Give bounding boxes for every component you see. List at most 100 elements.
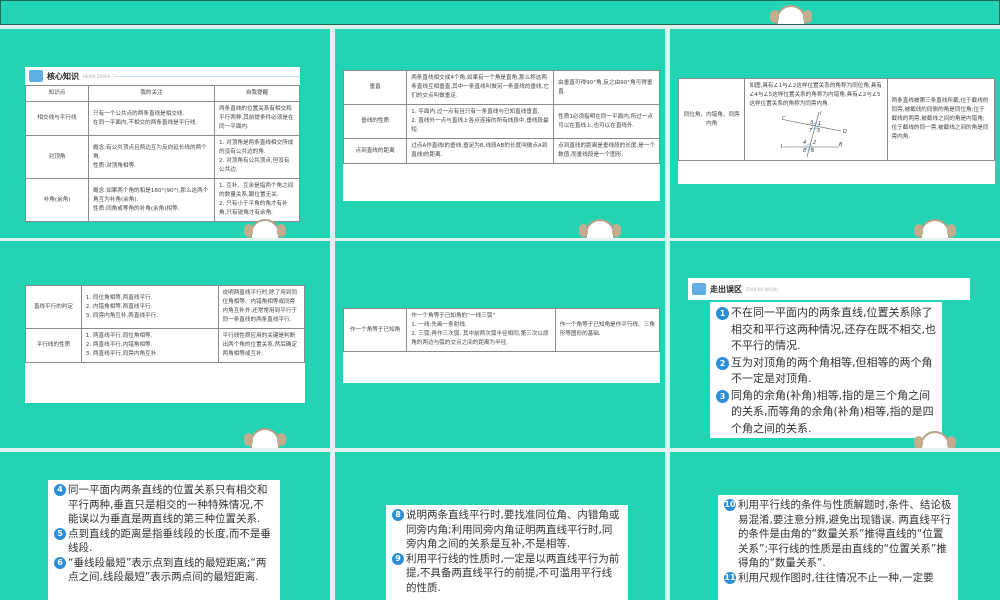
knowledge-table: 直线平行的判定 1. 同位角相等,两直线平行. 2. 内错角相等,两直线平行. 3… xyxy=(25,285,305,363)
top-banner xyxy=(0,0,1000,25)
number-badge-icon: 1 xyxy=(716,307,729,320)
table-row: 垂直 两条直线相交成4个角,如果有一个角是直角,那么称这两条直线互相垂直,其中一条… xyxy=(343,70,660,105)
number-badge-icon: 11 xyxy=(724,571,736,584)
figure-label: 5 xyxy=(817,128,820,134)
table-row: 点到直线的距离 过点A作直线l的垂线,垂足为B,线段AB的长度叫做点A到直线l的距… xyxy=(343,138,660,164)
perpendicular-table-card: 垂直 两条直线相交成4个角,如果有一个角是直角,那么称这两条直线互相垂直,其中一条… xyxy=(343,70,660,201)
mascot-icon xyxy=(914,219,956,238)
cell-text: 相交线与平行线 xyxy=(37,115,77,121)
note-item: 11 利用尺规作图时,往往情况不止一种,一定要 xyxy=(724,571,952,586)
cell-text: 补角(余角) xyxy=(43,196,71,203)
figure-label: A xyxy=(781,144,783,150)
knowledge-table: 知识点 我的关注 自我提醒 相交线与平行线 只有一个公共点的两条直线是相交线. 在同一平… xyxy=(25,85,300,222)
mistakes-list: 1 不在同一平面内的两条直线,位置关系除了相交和平行这两种情况,还存在既不相交,也… xyxy=(710,302,942,438)
cell: 1. 两直线平行,同位角相等. 2. 两直线平行,内错角相等. 3. 两直线平行… xyxy=(80,328,219,363)
table-row: 同位角、内错角、同旁内角 如图,具有∠1与∠2这样位置关系的角称为同位角,具有∠4… xyxy=(678,78,995,161)
cell: 性质1必须指明在同一平面内,所过一点可以在直线上,也可以在直线外. xyxy=(553,104,660,139)
table-grid: 作一个角等于已知角 作一个角等于已知角的“一线三弧” 1. 一线:先画一条射线. … xyxy=(343,308,660,352)
table-row: 垂线的性质 1. 平面内,过一点有且只有一条直线与已知直线垂直. 2. 直线外一点… xyxy=(343,104,660,139)
mistakes-list: 8 说明两条直线平行时,要找准同位角、内错角或同旁内角;利用同旁内角证明两直线平行… xyxy=(386,505,628,600)
core-knowledge-card: 核心知识 HEXIN ZHISHI 知识点 我的关注 自我提醒 相交线与平行线 只有一个… xyxy=(25,67,300,222)
cell-text: 概念:如果两个角的和是180°(90°),那么这两个角互为补角(余角). 性质:… xyxy=(93,187,209,212)
parallel-table-card: 直线平行的判定 1. 同位角相等,两直线平行. 2. 内错角相等,两直线平行. 3… xyxy=(25,285,305,403)
book-icon xyxy=(29,70,43,82)
slide-8[interactable]: 8 说明两条直线平行时,要找准同位角、内错角或同旁内角;利用同旁内角证明两直线平行… xyxy=(335,452,665,600)
note-text: 互为对顶角的两个角相等,但相等的两个角不一定是对顶角. xyxy=(731,355,933,386)
cell-text: 对顶角 xyxy=(48,153,66,160)
note-text: 点到直线的距离是指垂线段的长度,而不是垂线段. xyxy=(68,527,271,555)
table-row: 相交线与平行线 只有一个公共点的两条直线是相交线. 在同一平面内,不相交的两条直线… xyxy=(25,101,300,136)
figure-label: 3 xyxy=(810,120,813,126)
figure-label: l xyxy=(820,111,822,117)
cell: 概念:如果两个角的和是180°(90°),那么这两个角互为补角(余角). 性质:… xyxy=(88,178,216,222)
row-label: 点到直线的距离 xyxy=(343,138,408,164)
cell-text: 1. 同位角相等,两直线平行. 2. 内错角相等,两直线平行. 3. 同旁内角互… xyxy=(85,294,158,319)
table-header-row: 知识点 我的关注 自我提醒 xyxy=(25,85,300,102)
cell: 两条直线的位置关系有相交和平行两种,其前提条件必须是在同一平面内. xyxy=(214,101,300,136)
note-text: 同一平面内两条直线的位置关系只有相交和平行两种,垂直只是相交的一种特殊情况,不能… xyxy=(68,484,268,525)
note-item: 1 不在同一平面内的两条直线,位置关系除了相交和平行这两种情况,还存在既不相交,也… xyxy=(716,305,936,355)
cell-text: 点到直线的距离 xyxy=(355,147,395,154)
slide-5[interactable]: 作一个角等于已知角 作一个角等于已知角的“一线三弧” 1. 一线:先画一条射线. … xyxy=(335,241,665,448)
number-badge-icon: 9 xyxy=(392,552,404,565)
question-icon xyxy=(692,283,706,295)
column-header: 自我提醒 xyxy=(214,85,300,102)
cell: 1. 平面内,过一点有且只有一条直线与已知直线垂直. 2. 直线外一点与直线上各… xyxy=(406,104,555,139)
cell-text: 如图,具有∠1与∠2这样位置关系的角称为同位角,具有∠4与∠5这样位置关系的角称… xyxy=(749,83,882,107)
table-row: 作一个角等于已知角 作一个角等于已知角的“一线三弧” 1. 一线:先画一条射线. … xyxy=(343,308,660,352)
cell: 作一个角等于已知角的“一线三弧” 1. 一线:先画一条射线. 2. 三弧:再作三… xyxy=(406,308,556,352)
note-item: 3 同角的余角(补角)相等,指的是三个角之间的关系,而等角的余角(补角)相等,指的… xyxy=(716,388,936,438)
figure-label: 7 xyxy=(809,128,813,134)
table-grid: 同位角、内错角、同旁内角 如图,具有∠1与∠2这样位置关系的角称为同位角,具有∠4… xyxy=(678,78,995,161)
construction-table-card: 作一个角等于已知角 作一个角等于已知角的“一线三弧” 1. 一线:先画一条射线. … xyxy=(343,308,660,383)
slide-7[interactable]: 4 同一平面内两条直线的位置关系只有相交和平行两种,垂直只是相交的一种特殊情况,不… xyxy=(0,452,330,600)
cell-text: 两条直线相交成4个角,如果有一个角是直角,那么称这两条直线互相垂直,其中一条直线… xyxy=(411,75,549,99)
cell-text: 1. 互补、互余是指两个角之间的数量关系,跟位置无关. 2. 只有小于平角的角才… xyxy=(219,183,294,216)
number-badge-icon: 6 xyxy=(54,556,66,569)
section-pinyin: HEXIN ZHISHI xyxy=(83,73,111,79)
cell-text: 作一个角等于已知角的“一线三弧” 1. 一线:先画一条射线. 2. 三弧:再作三… xyxy=(411,313,549,346)
slide-4[interactable]: 直线平行的判定 1. 同位角相等,两直线平行. 2. 内错角相等,两直线平行. 3… xyxy=(0,241,330,448)
slide-3[interactable]: 同位角、内错角、同旁内角 如图,具有∠1与∠2这样位置关系的角称为同位角,具有∠4… xyxy=(670,29,1000,238)
cell-text: 作一个角等于已知角 xyxy=(349,326,401,333)
note-text: 说明两条直线平行时,要找准同位角、内错角或同旁内角;利用同旁内角证明两直线平行时… xyxy=(406,509,620,550)
figure-label: 8 xyxy=(803,148,806,154)
cell-text: 1. 平面内,过一点有且只有一条直线与已知直线垂直. 2. 直线外一点与直线上各… xyxy=(411,109,549,133)
row-label: 垂线的性质 xyxy=(343,104,408,139)
knowledge-table: 垂直 两条直线相交成4个角,如果有一个角是直角,那么称这两条直线互相垂直,其中一条… xyxy=(343,70,660,164)
note-item: 9 利用平行线的性质时,一定是以两直线平行为前提,不具备两直线平行的前提,不可滥用… xyxy=(392,552,622,596)
cell-text: 点到直线的距离是垂线段的长度,是一个数值,而垂线段是一个图形. xyxy=(558,143,655,158)
number-badge-icon: 4 xyxy=(54,484,66,496)
row-label: 平行线的性质 xyxy=(25,328,82,363)
cell-text: 1. 两直线平行,同位角相等. 2. 两直线平行,内错角相等. 3. 两直线平行… xyxy=(85,333,158,357)
figure-label: 6 xyxy=(811,148,814,154)
column-header: 我的关注 xyxy=(88,85,216,102)
figure-label: B xyxy=(839,142,843,148)
note-text: “垂线段最短”表示点到直线的最短距离;“两点之间,线段最短”表示两点间的最短距离… xyxy=(68,556,267,584)
table-grid: 知识点 我的关注 自我提醒 相交线与平行线 只有一个公共点的两条直线是相交线. 在同一平… xyxy=(25,85,300,222)
cell-text: 直线平行的判定 xyxy=(33,303,73,310)
slide-9[interactable]: 10 利用平行线的条件与性质解题时,条件、结论极易混淆,要注意分辨,避免出现错误.… xyxy=(670,452,1000,600)
table-row: 对顶角 概念:有公共顶点且两边互为反向延长线的两个角. 性质:对顶角相等. 1. 对… xyxy=(25,135,300,179)
cell: 点到直线的距离是垂线段的长度,是一个数值,而垂线段是一个图形. xyxy=(553,138,660,164)
row-label: 作一个角等于已知角 xyxy=(343,308,408,352)
slide-6[interactable]: 走出误区 ZOUCHU WUQU 1 不在同一平面内的两条直线,位置关系除了相交和… xyxy=(670,241,1000,448)
cell: 1. 互补、互余是指两个角之间的数量关系,跟位置无关. 2. 只有小于平角的角才… xyxy=(214,178,300,222)
mistakes-header: 走出误区 ZOUCHU WUQU xyxy=(688,278,970,300)
table-row: 平行线的性质 1. 两直线平行,同位角相等. 2. 两直线平行,内错角相等. 3.… xyxy=(25,328,305,363)
mascot-icon xyxy=(770,5,812,24)
note-text: 利用平行线的性质时,一定是以两直线平行为前提,不具备两直线平行的前提,不可滥用平… xyxy=(406,552,620,594)
cell: 1. 对顶角是两条直线相交所成的没有公共边的角. 2. 对顶角有公共顶点,但没有… xyxy=(214,135,300,179)
mistakes-list: 10 利用平行线的条件与性质解题时,条件、结论极易混淆,要注意分辨,避免出现错误.… xyxy=(718,495,958,600)
table-row: 直线平行的判定 1. 同位角相等,两直线平行. 2. 内错角相等,两直线平行. 3… xyxy=(25,285,305,329)
divider xyxy=(114,75,300,77)
row-label: 对顶角 xyxy=(25,135,90,179)
slide-1[interactable]: 核心知识 HEXIN ZHISHI 知识点 我的关注 自我提醒 相交线与平行线 只有一个… xyxy=(0,29,330,238)
cell: 两条直线相交成4个角,如果有一个角是直角,那么称这两条直线互相垂直,其中一条直线… xyxy=(406,70,555,105)
note-item: 5 点到直线的距离是指垂线段的长度,而不是垂线段. xyxy=(54,527,274,556)
note-text: 利用平行线的条件与性质解题时,条件、结论极易混淆,要注意分辨,避免出现错误. 两… xyxy=(738,499,952,569)
slide-2[interactable]: 垂直 两条直线相交成4个角,如果有一个角是直角,那么称这两条直线互相垂直,其中一条… xyxy=(335,29,665,238)
cell-text: 作一个角等于已知角是作平行线、三角形等图形的基础. xyxy=(559,322,655,337)
cell-text: 同位角、内错角、同旁内角 xyxy=(683,111,740,127)
table-grid: 直线平行的判定 1. 同位角相等,两直线平行. 2. 内错角相等,两直线平行. 3… xyxy=(25,285,305,363)
